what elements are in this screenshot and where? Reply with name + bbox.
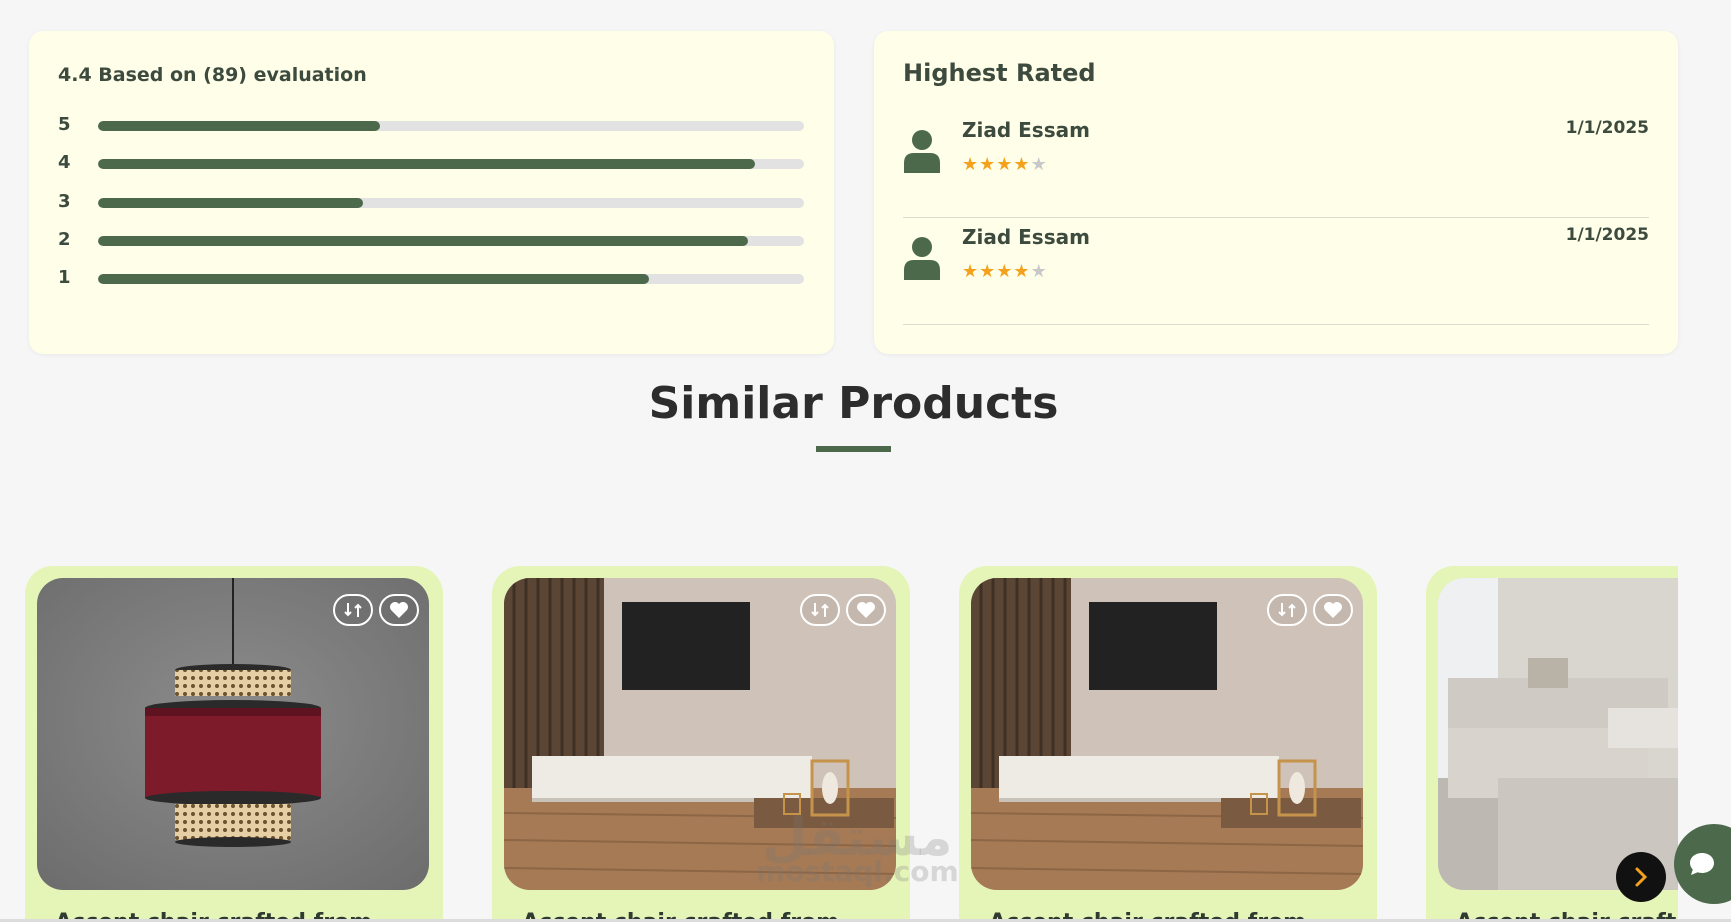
review-date: 1/1/2025: [1565, 225, 1649, 245]
user-avatar-icon: [904, 130, 940, 173]
star-empty-icon: ★: [1030, 261, 1048, 282]
star-empty-icon: ★: [1030, 154, 1048, 175]
star-filled-icon: ★: [962, 154, 980, 175]
rating-summary-text: 4.4 Based on (89) evaluation: [58, 64, 367, 86]
product-card[interactable]: Accent chair crafted from: [959, 566, 1377, 922]
rating-bar-label: 4: [58, 152, 71, 173]
star-filled-icon: ★: [996, 154, 1014, 175]
review-item: Ziad Essam 1/1/2025 ★★★★★: [903, 111, 1649, 218]
rating-bar-label: 3: [58, 191, 71, 212]
rating-bar-row: 3: [58, 190, 804, 214]
compare-icon[interactable]: [333, 594, 373, 626]
chat-bubble-icon: [1690, 853, 1714, 875]
star-filled-icon: ★: [1013, 154, 1031, 175]
product-image-sectional-sofa[interactable]: [1438, 578, 1678, 890]
product-card[interactable]: Accent chair crafted from: [25, 566, 443, 922]
rating-bar-fill: [98, 236, 748, 246]
rating-bar-fill: [98, 159, 755, 169]
compare-icon[interactable]: [800, 594, 840, 626]
rating-bar-row: 2: [58, 228, 804, 252]
heart-icon[interactable]: [379, 594, 419, 626]
highest-rated-card: Highest Rated Ziad Essam 1/1/2025 ★★★★★ …: [874, 31, 1678, 354]
star-filled-icon: ★: [962, 261, 980, 282]
product-actions: [333, 594, 419, 626]
rating-bar-fill: [98, 274, 649, 284]
rating-bar-label: 5: [58, 114, 71, 135]
rating-bar-row: 4: [58, 151, 804, 175]
rating-summary-card: 4.4 Based on (89) evaluation 5 4 3 2 1: [29, 31, 834, 354]
compare-icon[interactable]: [1267, 594, 1307, 626]
star-rating: ★★★★★: [962, 263, 1048, 281]
review-date: 1/1/2025: [1565, 118, 1649, 138]
star-rating: ★★★★★: [962, 156, 1048, 174]
rating-bar-fill: [98, 198, 363, 208]
rating-bar-label: 2: [58, 229, 71, 250]
rating-bar-track: [98, 236, 804, 246]
reviewer-name: Ziad Essam: [962, 118, 1090, 142]
carousel-next-button[interactable]: [1616, 852, 1666, 902]
highest-rated-title: Highest Rated: [903, 59, 1096, 87]
review-item: Ziad Essam 1/1/2025 ★★★★★: [903, 218, 1649, 325]
rating-bar-row: 1: [58, 266, 804, 290]
watermark-latin: mostaql.com: [756, 855, 959, 888]
star-filled-icon: ★: [1013, 261, 1031, 282]
star-filled-icon: ★: [996, 261, 1014, 282]
chevron-right-icon: [1635, 867, 1648, 887]
rating-bar-track: [98, 274, 804, 284]
chat-button[interactable]: [1674, 824, 1731, 904]
heart-icon[interactable]: [846, 594, 886, 626]
heart-icon[interactable]: [1313, 594, 1353, 626]
product-actions: [1267, 594, 1353, 626]
rating-bar-track: [98, 121, 804, 131]
similar-products-title: Similar Products: [648, 378, 1059, 429]
user-avatar-icon: [904, 237, 940, 280]
product-actions: [800, 594, 886, 626]
rating-bar-track: [98, 159, 804, 169]
rating-bar-label: 1: [58, 267, 71, 288]
star-filled-icon: ★: [979, 261, 997, 282]
rating-bar-row: 5: [58, 113, 804, 137]
star-filled-icon: ★: [979, 154, 997, 175]
title-underline: [816, 446, 891, 452]
rating-bar-fill: [98, 121, 381, 131]
reviewer-name: Ziad Essam: [962, 225, 1090, 249]
rating-bar-track: [98, 198, 804, 208]
mostaql-watermark: مستقل mostaql.com: [756, 812, 959, 886]
